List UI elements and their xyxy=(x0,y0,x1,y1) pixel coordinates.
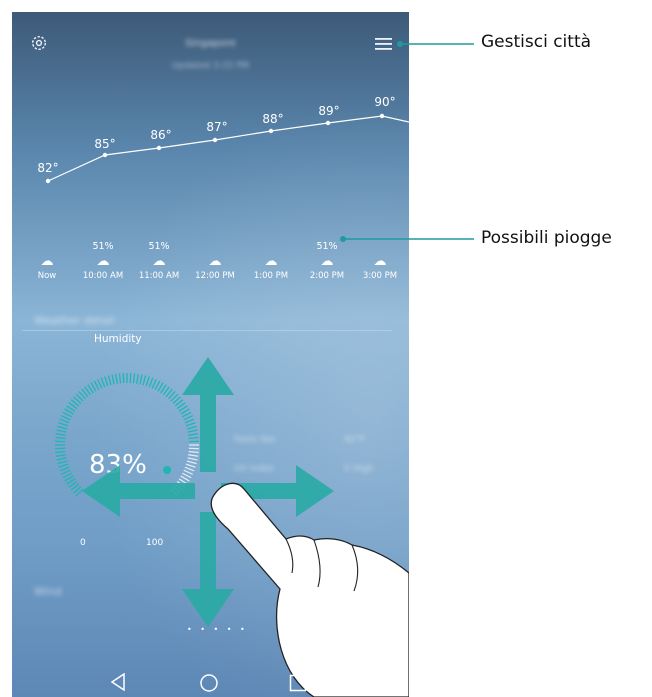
temp-point-4 xyxy=(268,128,274,134)
recents-icon[interactable] xyxy=(289,674,307,692)
gauge-tick xyxy=(57,460,68,465)
temp-point-1 xyxy=(102,152,108,158)
rain-chance: 51% xyxy=(92,241,114,252)
gauge-tick xyxy=(55,436,66,440)
temp-point-5 xyxy=(325,120,331,126)
gauge-tick xyxy=(58,422,69,427)
rain-chance xyxy=(352,240,408,253)
rain-cloud-icon: ☁ xyxy=(96,254,110,269)
back-icon[interactable] xyxy=(110,673,126,691)
hour-item[interactable]: 51% ☁ 11:00 AM xyxy=(131,240,187,281)
gauge-tick xyxy=(55,440,66,443)
gauge-tick xyxy=(58,463,69,468)
gauge-tick xyxy=(55,454,66,457)
wind-heading: Wind xyxy=(34,585,62,598)
gauge-tick xyxy=(60,415,71,421)
humidity-title: Humidity xyxy=(94,333,142,345)
temp-label-4: 88° xyxy=(262,112,283,126)
pointing-hand-icon xyxy=(210,482,409,697)
gauge-tick xyxy=(60,469,71,475)
gauge-tick xyxy=(55,447,66,450)
gauge-tick xyxy=(59,418,70,424)
cloudy-icon: ☁ xyxy=(40,254,54,269)
rain-chance xyxy=(19,240,75,253)
page-indicator: • • • • • xyxy=(187,625,248,634)
gauge-tick xyxy=(55,433,66,436)
uv-value: 5 High xyxy=(344,464,374,474)
temp-label-6: 90° xyxy=(374,95,395,109)
hour-time: 10:00 AM xyxy=(82,271,124,281)
temp-point-2 xyxy=(156,145,162,151)
rain-chance xyxy=(243,240,299,253)
rain-chance: 51% xyxy=(148,241,170,252)
home-icon[interactable] xyxy=(199,673,219,693)
feels-like-value: 92°F xyxy=(344,435,366,445)
temp-label-1: 85° xyxy=(94,137,115,151)
cloudy-icon: ☁ xyxy=(373,254,387,269)
temp-point-0 xyxy=(45,178,51,184)
weather-detail-heading: Weather detail xyxy=(34,314,115,327)
gauge-tick xyxy=(55,450,66,454)
hour-time: 2:00 PM xyxy=(309,271,345,281)
cloudy-icon: ☁ xyxy=(208,254,222,269)
temp-label-5: 89° xyxy=(318,104,339,118)
cloudy-icon: ☁ xyxy=(264,254,278,269)
hour-time: 3:00 PM xyxy=(362,271,398,281)
temp-point-6 xyxy=(379,113,385,119)
callout-manage-cities: Gestisci città xyxy=(481,32,592,52)
hour-item[interactable]: ☁ 1:00 PM xyxy=(243,240,299,281)
callout-rain-chance: Possibili piogge xyxy=(481,228,612,248)
rain-chance: 51% xyxy=(316,241,338,252)
temp-point-3 xyxy=(212,137,218,143)
hour-time: 11:00 AM xyxy=(138,271,180,281)
hour-item[interactable]: 51% ☁ 2:00 PM xyxy=(299,240,355,281)
hour-item[interactable]: ☁ 3:00 PM xyxy=(352,240,408,281)
gauge-tick xyxy=(57,425,68,430)
hour-item[interactable]: ☁ 12:00 PM xyxy=(187,240,243,281)
temp-label-3: 87° xyxy=(206,120,227,134)
rain-chance xyxy=(187,240,243,253)
temperature-curve: 82° 85° 86° 87° 88° 89° 90° xyxy=(37,95,409,184)
gauge-tick xyxy=(56,457,67,461)
rain-cloud-icon: ☁ xyxy=(320,254,334,269)
hour-item[interactable]: 51% ☁ 10:00 AM xyxy=(75,240,131,281)
hour-item[interactable]: ☁ Now xyxy=(19,240,75,281)
weather-app-screen: Singapore Updated 3:15 PM 82° 85° 86° 87… xyxy=(12,12,409,697)
divider xyxy=(22,330,392,331)
temp-label-0: 82° xyxy=(37,161,58,175)
temp-label-2: 86° xyxy=(150,128,171,142)
gauge-tick xyxy=(56,429,67,433)
hour-time: Now xyxy=(37,271,57,281)
hour-time: 1:00 PM xyxy=(253,271,289,281)
hour-time: 12:00 PM xyxy=(195,271,235,281)
gauge-tick xyxy=(59,466,70,472)
rain-cloud-icon: ☁ xyxy=(152,254,166,269)
